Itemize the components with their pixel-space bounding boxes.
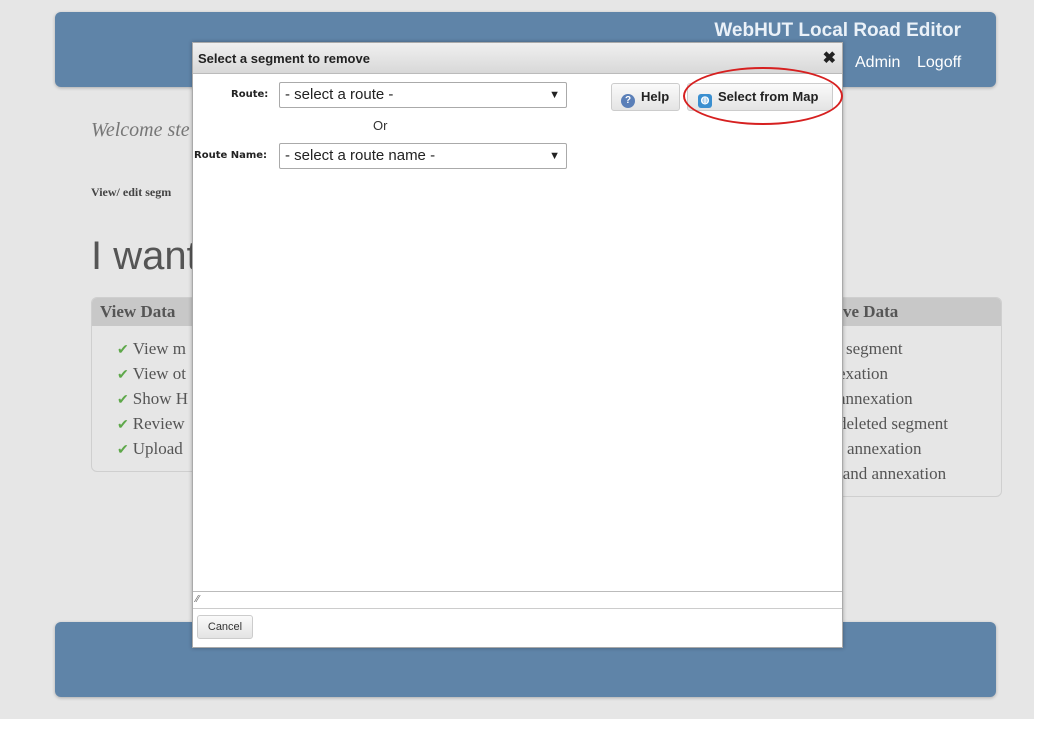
remove-segment-dialog: Select a segment to remove ✖ Route: - se… — [192, 42, 843, 648]
resize-grip-icon[interactable]: ⁄⁄ — [196, 594, 199, 605]
list-item[interactable]: ✔ Show H — [117, 389, 188, 409]
list-item[interactable]: land annexation — [838, 464, 946, 484]
list-item[interactable]: ✔ Upload — [117, 439, 183, 459]
or-text: Or — [373, 118, 388, 133]
check-icon: ✔ — [117, 418, 129, 433]
dropdown-arrow-icon: ▼ — [549, 89, 560, 101]
list-item[interactable]: ✔ Review — [117, 414, 185, 434]
dialog-title: Select a segment to remove — [198, 51, 370, 66]
help-button[interactable]: ? Help — [611, 83, 680, 111]
list-item-label: Show H — [132, 389, 188, 408]
route-select-value: - select a route - — [285, 86, 394, 103]
list-item-label: View m — [132, 339, 187, 358]
nav-admin-link[interactable]: Admin — [855, 54, 900, 72]
annotation-circle — [683, 67, 843, 125]
welcome-text: Welcome ste — [91, 119, 190, 141]
list-item[interactable]: ✔ View m — [117, 339, 186, 359]
list-item[interactable]: annexation — [838, 389, 913, 409]
route-name-select[interactable]: - select a route name - ▼ — [279, 143, 567, 169]
view-edit-link[interactable]: View/ edit segm — [91, 185, 171, 200]
check-icon: ✔ — [117, 343, 129, 358]
list-item-label: Upload — [132, 439, 183, 458]
list-item-label: Review — [132, 414, 185, 433]
help-button-label: Help — [641, 89, 670, 104]
route-select[interactable]: - select a route - ▼ — [279, 82, 567, 108]
check-icon: ✔ — [117, 443, 129, 458]
list-item[interactable]: deleted segment — [838, 414, 948, 434]
app-title: WebHUT Local Road Editor — [714, 20, 961, 41]
cancel-button[interactable]: Cancel — [197, 615, 253, 639]
list-item[interactable]: exation — [838, 364, 888, 384]
list-item-label: View ot — [132, 364, 187, 383]
check-icon: ✔ — [117, 368, 129, 383]
list-item[interactable]: ✔ View ot — [117, 364, 186, 384]
route-label: Route: — [231, 89, 269, 100]
remove-data-panel-title: ve Data — [821, 298, 1001, 326]
list-item[interactable]: segment — [846, 339, 903, 359]
help-icon: ? — [621, 94, 635, 108]
dropdown-arrow-icon: ▼ — [549, 150, 560, 162]
resize-strip[interactable]: ⁄⁄ — [193, 591, 842, 609]
view-data-panel-title: View Data — [92, 298, 202, 326]
i-want-heading: I want — [91, 234, 198, 278]
nav-logoff-link[interactable]: Logoff — [917, 54, 961, 72]
route-name-select-value: - select a route name - — [285, 147, 436, 164]
close-icon[interactable]: ✖ — [823, 48, 836, 68]
list-item[interactable]: l annexation — [838, 439, 922, 459]
check-icon: ✔ — [117, 393, 129, 408]
route-name-label: Route Name: — [194, 150, 268, 161]
